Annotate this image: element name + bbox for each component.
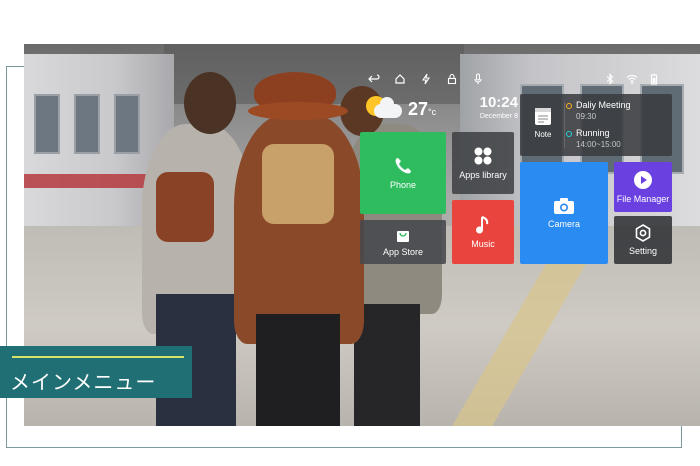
note-divider — [564, 102, 565, 148]
app-store-tile[interactable]: App Store — [360, 220, 446, 264]
train-window — [74, 94, 100, 154]
caption-text: メインメニュー — [10, 372, 157, 394]
clock-time: 10:24 — [479, 94, 518, 111]
event-time: 09:30 — [576, 112, 597, 121]
status-bar-left — [368, 72, 484, 86]
note-label: Note — [534, 130, 552, 139]
music-note-icon — [474, 215, 492, 235]
setting-tile[interactable]: Setting — [614, 216, 672, 264]
apps-library-tile[interactable]: Apps library — [452, 132, 514, 194]
gear-icon — [634, 224, 652, 242]
music-label: Music — [471, 239, 495, 249]
back-icon[interactable] — [368, 73, 380, 85]
train-window — [114, 94, 140, 154]
temperature: 27°c — [408, 99, 437, 119]
phone-label: Phone — [389, 180, 417, 190]
phone-icon — [393, 156, 413, 176]
battery-icon — [648, 73, 660, 85]
flashlight-icon[interactable] — [420, 73, 432, 85]
status-bar-right — [604, 72, 660, 86]
event-time: 14:00~15:00 — [576, 140, 621, 149]
event-title: Daliy Meeting — [576, 100, 631, 110]
person-middle-legs — [256, 314, 340, 426]
microphone-icon[interactable] — [472, 73, 484, 85]
camera-label: Camera — [547, 219, 580, 229]
shopping-bag-icon — [395, 227, 411, 243]
cloud-icon — [374, 97, 402, 118]
hat-brim — [248, 102, 348, 120]
backpack-brown — [156, 172, 214, 242]
wifi-icon — [626, 73, 638, 85]
caption-accent-line — [12, 356, 184, 358]
event-item[interactable]: Running 14:00~15:00 — [566, 128, 621, 149]
event-dot-icon — [566, 131, 572, 137]
apps-library-label: Apps library — [459, 170, 507, 180]
event-title: Running — [576, 128, 610, 138]
clock-date: December 8 — [479, 113, 518, 120]
play-circle-icon — [633, 170, 653, 190]
event-item[interactable]: Daliy Meeting 09:30 — [566, 100, 631, 121]
apps-grid-icon — [473, 146, 493, 166]
note-icon — [534, 106, 552, 126]
backpack-tan — [262, 144, 334, 224]
camera-tile[interactable]: Camera — [520, 162, 608, 264]
note-button[interactable]: Note — [528, 106, 558, 139]
camera-icon — [553, 197, 575, 215]
weather-widget[interactable]: 27°c — [366, 94, 440, 128]
home-icon[interactable] — [394, 73, 406, 85]
lock-icon[interactable] — [446, 73, 458, 85]
page: 27°c 10:24 December 8 Phone Apps library… — [0, 0, 700, 466]
clock-widget: 10:24 December 8 — [462, 94, 518, 120]
train-window — [34, 94, 60, 154]
person-left-head — [184, 72, 236, 134]
setting-label: Setting — [628, 246, 658, 256]
bluetooth-icon — [604, 73, 616, 85]
app-store-label: App Store — [382, 247, 424, 257]
music-tile[interactable]: Music — [452, 200, 514, 264]
phone-tile[interactable]: Phone — [360, 132, 446, 214]
note-widget[interactable]: Note Daliy Meeting 09:30 Running 14:00~1… — [520, 94, 672, 156]
file-manager-tile[interactable]: File Manager — [614, 162, 672, 212]
event-dot-icon — [566, 103, 572, 109]
file-manager-label: File Manager — [616, 194, 670, 204]
